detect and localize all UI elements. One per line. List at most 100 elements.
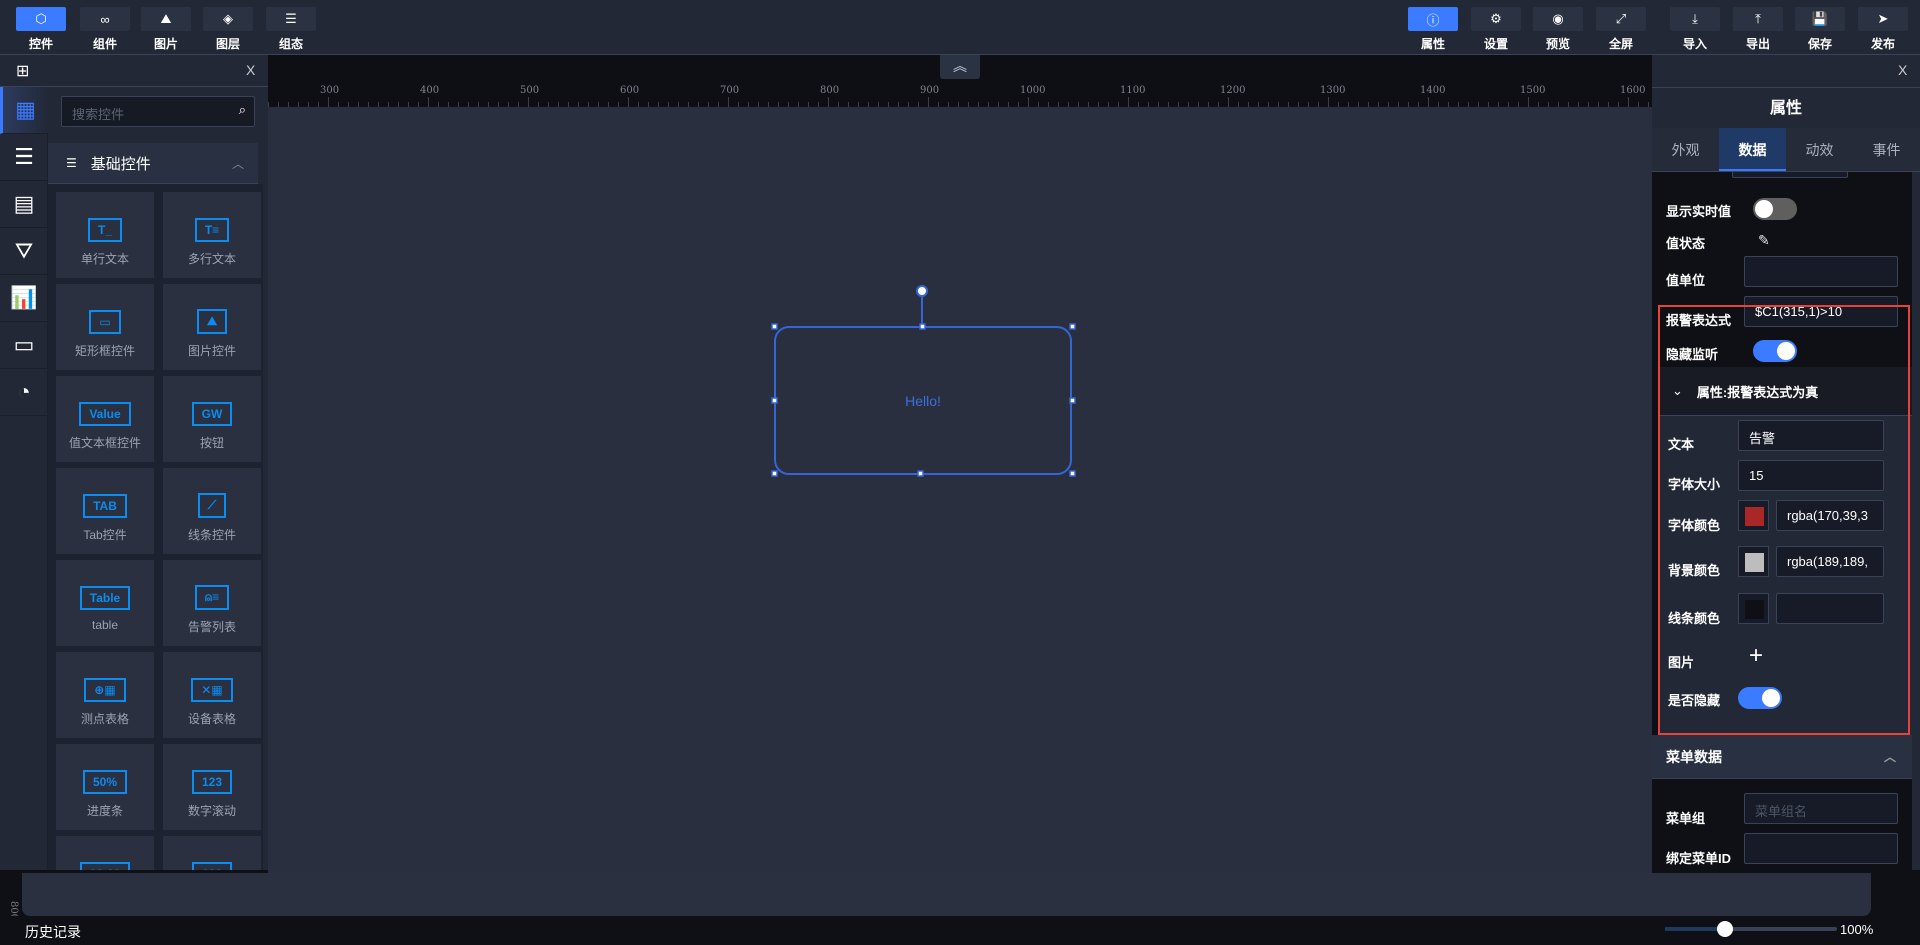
collapse-toolbar-button[interactable]: ︽ (940, 55, 980, 79)
cube-icon: ⬡ (16, 7, 66, 31)
widget-tile[interactable]: TAB Tab控件 (56, 468, 154, 554)
widget-tile-label: table (91, 618, 119, 632)
ruler-tick (1428, 97, 1429, 107)
toolbar-button-right-1[interactable]: ⚙ 设置 (1471, 7, 1521, 52)
search-input[interactable]: 搜索控件 ⌕ (61, 96, 255, 127)
widget-tile-icon: 08:00 (56, 836, 154, 870)
toolbar-button-right-4[interactable]: ⤓ 导入 (1670, 7, 1720, 52)
image-icon: ⛰ (141, 7, 191, 31)
toolbar-button-label: 发布 (1870, 37, 1895, 51)
section-basic-widgets[interactable]: ☰ 基础控件 ︿ (48, 143, 258, 184)
widget-tile[interactable]: 123 数字滚动 (163, 744, 261, 830)
widget-tile[interactable]: Table table (56, 560, 154, 646)
value-unit-input[interactable] (1744, 256, 1898, 287)
widget-tile-icon: Value (56, 376, 154, 426)
toolbar-button-right-5[interactable]: ⤒ 导出 (1733, 7, 1783, 52)
toolbar-button-left-3[interactable]: ◈ 图层 (203, 7, 253, 52)
save-icon: 💾 (1795, 7, 1845, 31)
widget-tile[interactable]: 123 (163, 836, 261, 870)
widget-tile[interactable]: ⊕▦ 测点表格 (56, 652, 154, 738)
close-right-panel-button[interactable]: X (1898, 62, 1907, 78)
history-link[interactable]: 历史记录 (25, 922, 81, 942)
basic-widgets-icon[interactable]: ▦ (0, 87, 48, 134)
eye-icon: ◉ (1533, 7, 1583, 31)
ruler-label: 1100 (1120, 85, 1146, 96)
tab-0[interactable]: 外观 (1652, 128, 1719, 171)
filter-list-icon[interactable]: ⛛ (0, 228, 48, 275)
widget-tile[interactable]: ✕▦ 设备表格 (163, 652, 261, 738)
ruler-label: 600 (620, 85, 640, 96)
zoom-slider[interactable] (1665, 921, 1837, 937)
tab-1[interactable]: 数据 (1719, 128, 1786, 171)
selected-widget[interactable]: Hello! (771, 285, 1076, 477)
video-camera-icon[interactable]: ▭ (0, 322, 48, 369)
menu-data-section-header[interactable]: 菜单数据 ︿ (1652, 735, 1912, 779)
chevron-up-icon[interactable]: ︿ (1884, 735, 1896, 779)
design-canvas[interactable]: Hello! (268, 107, 1652, 873)
bind-menu-id-label: 绑定菜单ID (1666, 851, 1732, 866)
ruler-tick (428, 97, 429, 107)
ruler-label: 1400 (1420, 85, 1446, 96)
ruler-tick (1128, 97, 1129, 107)
grid-icon: ⊞ (16, 63, 30, 80)
toolbar-button-left-0[interactable]: ⬡ 控件 (16, 7, 66, 52)
ruler-tick (528, 97, 529, 107)
widget-tile-label: 单行文本 (80, 252, 129, 266)
ruler-label: 800 (820, 85, 840, 96)
toolbar-button-label: 保存 (1807, 37, 1832, 51)
toolbar-button-right-3[interactable]: ⤢ 全屏 (1596, 7, 1646, 52)
widget-tile[interactable]: ▭ 矩形框控件 (56, 284, 154, 370)
widget-tile[interactable]: Value 值文本框控件 (56, 376, 154, 462)
info-icon: ⓘ (1408, 7, 1458, 31)
toolbar-button-left-2[interactable]: ⛰ 图片 (141, 7, 191, 52)
search-icon[interactable]: ⌕ (239, 102, 246, 118)
widget-tile[interactable]: ⟋ 线条控件 (163, 468, 261, 554)
widget-tile-icon: 123 (163, 744, 261, 794)
sliders-icon[interactable]: ☰ (0, 134, 48, 181)
widget-tile-label: Tab控件 (83, 528, 127, 542)
toolbar-button-left-4[interactable]: ☰ 组态 (266, 7, 316, 52)
widget-tile[interactable]: GW 按钮 (163, 376, 261, 462)
widget-tile-icon: ⟋ (163, 468, 261, 518)
ruler-label: 300 (320, 85, 340, 96)
toolbar-button-right-7[interactable]: ➤ 发布 (1858, 7, 1908, 52)
ruler-tick (828, 97, 829, 107)
chevron-up-icon[interactable]: ︿ (232, 155, 244, 172)
widget-tile-label: 图片控件 (187, 344, 236, 358)
settings-icon: ☰ (66, 156, 77, 170)
toolbar-button-right-6[interactable]: 💾 保存 (1795, 7, 1845, 52)
ruler-tick (1028, 97, 1029, 107)
left-panel: ⊞ X ▦ ☰ ▤ ⛛ 📊 ▭ ◔ 搜索控件 ⌕ ☰ 基础控件 ︿ T_ 单行文本… (0, 55, 268, 870)
highlight-box (1658, 305, 1910, 735)
widget-tile-label: 设备表格 (187, 712, 236, 726)
toolbar-button-left-1[interactable]: ∞ 组件 (80, 7, 130, 52)
show-realtime-toggle[interactable] (1753, 198, 1797, 220)
widget-tile[interactable]: 08:00 (56, 836, 154, 870)
toolbar-button-right-2[interactable]: ◉ 预览 (1533, 7, 1583, 52)
property-tabs: 外观 数据 动效 事件 (1652, 128, 1920, 172)
widget-text: Hello! (905, 393, 941, 409)
table-icon[interactable]: ▤ (0, 181, 48, 228)
value-unit-label: 值单位 (1666, 273, 1706, 288)
menu-group-input[interactable]: 菜单组名 (1744, 793, 1898, 824)
fullscreen-icon: ⤢ (1596, 7, 1646, 31)
widget-tile[interactable]: ⍝≡ 告警列表 (163, 560, 261, 646)
toolbar-button-right-0[interactable]: ⓘ 属性 (1408, 7, 1458, 52)
gear-icon: ⚙ (1471, 7, 1521, 31)
close-left-panel-button[interactable]: X (246, 62, 255, 78)
tab-2[interactable]: 动效 (1786, 128, 1853, 171)
widget-tile-icon: ▭ (56, 284, 154, 334)
widget-tile-icon: Table (56, 560, 154, 610)
widget-tile[interactable]: ⛰ 图片控件 (163, 284, 261, 370)
zoom-slider-thumb[interactable] (1717, 921, 1734, 937)
ruler-label: 900 (920, 85, 940, 96)
widget-tile[interactable]: T_ 单行文本 (56, 192, 154, 278)
widget-tile[interactable]: 50% 进度条 (56, 744, 154, 830)
edit-icon[interactable]: ✎ (1758, 232, 1770, 249)
horizontal-scrollbar[interactable] (22, 873, 1871, 916)
bind-menu-id-input[interactable] (1744, 833, 1898, 864)
bar-chart-icon[interactable]: 📊 (0, 275, 48, 322)
pie-chart-icon[interactable]: ◔ (0, 369, 48, 416)
tab-3[interactable]: 事件 (1853, 128, 1920, 171)
widget-tile[interactable]: T≡ 多行文本 (163, 192, 261, 278)
